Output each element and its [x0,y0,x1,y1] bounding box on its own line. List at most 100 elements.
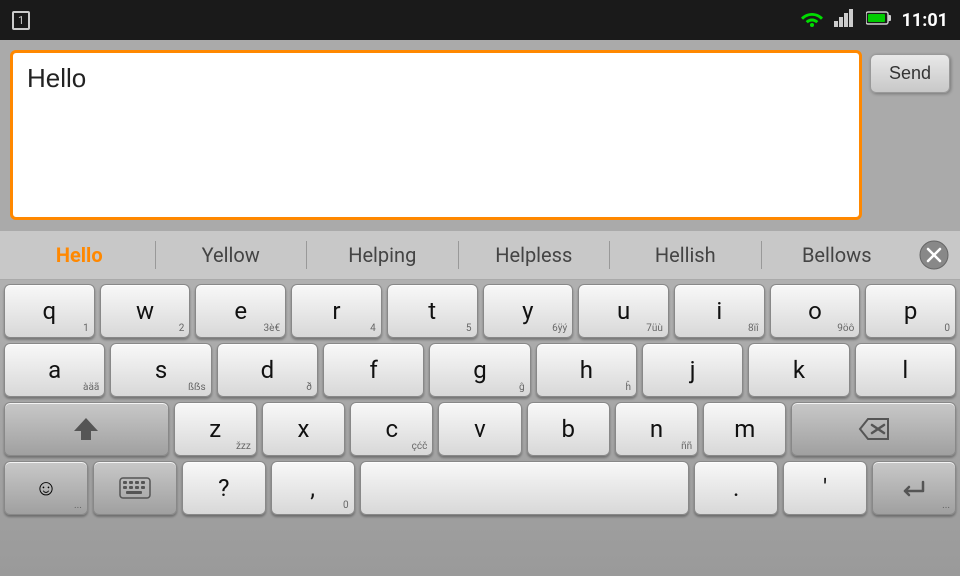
key-label: g [473,358,486,382]
send-button[interactable]: Send [870,54,950,93]
key-sublabel: 8ïî [748,323,759,334]
key-sublabel: 4 [370,323,376,334]
close-suggestions-button[interactable] [912,233,956,277]
message-input[interactable]: Hello [27,63,845,203]
keyboard: q1w2e3è€r4t5y6ÿýu7üùi8ïîo9öôp0aàäãsßẞsdð… [0,280,960,576]
key-r[interactable]: r4 [291,284,382,338]
status-bar: 1 11 [0,0,960,40]
key-row-2: z žzz x cçćčv b nññ m [4,402,956,456]
suggestion-helpless[interactable]: Helpless [459,239,610,271]
key-label: b [562,417,575,441]
key-label: p [904,299,917,323]
key-label: z [209,417,221,441]
key-d[interactable]: dð [217,343,318,397]
key-emoji[interactable]: ☺... [4,461,88,515]
key-label: m [734,417,755,441]
key-k[interactable]: k [748,343,849,397]
key-u[interactable]: u 7üù [578,284,669,338]
shift-icon [72,415,100,443]
key-label: x [298,417,310,441]
key-c[interactable]: cçćč [350,402,433,456]
key-sublabel: 7üù [646,323,663,334]
key-e[interactable]: e3è€ [195,284,286,338]
wifi-icon [800,9,824,31]
key-s[interactable]: sßẞs [110,343,211,397]
key-sublabel: 2 [179,323,185,334]
key-sublabel: 0 [944,323,950,334]
key-shift[interactable] [4,402,169,456]
key-sublabel: 5 [466,323,472,334]
key-label: ? [218,476,229,500]
key-q[interactable]: q1 [4,284,95,338]
key-del[interactable] [791,402,956,456]
key-label: . [733,476,739,500]
key-keyboard[interactable] [93,461,177,515]
suggestion-hello[interactable]: Hello [4,239,155,271]
key-space[interactable] [360,461,690,515]
key-label: u [617,299,630,323]
key-label: n [650,417,663,441]
key-sublabel: 1 [83,323,89,334]
key-p[interactable]: p0 [865,284,956,338]
key-label: d [261,358,275,382]
key-x[interactable]: x [262,402,345,456]
key-w[interactable]: w2 [100,284,191,338]
key-label: c [385,417,398,441]
key-?[interactable]: ? [182,461,266,515]
notification-icon: 1 [12,11,30,30]
key-z[interactable]: z žzz [174,402,257,456]
key-v[interactable]: v [438,402,521,456]
key-sublabel: 9öô [837,323,854,334]
key-sublabel: ð [306,382,312,393]
key-label: f [369,358,377,382]
enter-icon [899,477,929,499]
key-,[interactable]: ,0 [271,461,355,515]
suggestion-hellish[interactable]: Hellish [610,239,761,271]
key-label: q [43,299,57,323]
key-label: t [428,299,436,323]
key-sublabel: 0 [343,500,349,511]
delete-icon [858,417,890,441]
key-.[interactable]: . [694,461,778,515]
key-b[interactable]: b [527,402,610,456]
key-label: i [716,299,722,323]
key-label: j [690,358,696,382]
key-label: a [48,358,61,382]
key-label: w [136,299,154,323]
key-m[interactable]: m [703,402,786,456]
key-label: l [902,358,908,382]
key-y[interactable]: y6ÿý [483,284,574,338]
battery-icon [866,10,892,30]
key-j[interactable]: j [642,343,743,397]
keyboard-rows: q1w2e3è€r4t5y6ÿýu7üùi8ïîo9öôp0aàäãsßẞsdð… [4,284,956,515]
key-row-0: q1w2e3è€r4t5y6ÿýu7üùi8ïîo9öôp0 [4,284,956,338]
suggestion-helping[interactable]: Helping [307,239,458,271]
key-l[interactable]: l [855,343,956,397]
key-t[interactable]: t5 [387,284,478,338]
key-label: s [155,358,167,382]
suggestion-bellows[interactable]: Bellows [762,239,913,271]
key-sublabel: ĥ [625,382,631,393]
key-row-3: ☺... ? ,0. ' ... [4,461,956,515]
key-a[interactable]: a àäã [4,343,105,397]
key-o[interactable]: o9öô [770,284,861,338]
key-'[interactable]: ' [783,461,867,515]
key-h[interactable]: hĥ [536,343,637,397]
key-label: e [234,299,247,323]
status-right: 11:01 [800,9,948,31]
key-label: h [580,358,593,382]
key-f[interactable]: f [323,343,424,397]
key-sublabel: ĝ [519,382,525,393]
text-input-container[interactable]: Hello [10,50,862,220]
key-n[interactable]: nññ [615,402,698,456]
status-left: 1 [12,11,30,30]
key-label: r [332,299,340,323]
message-area: Hello Send [0,40,960,230]
suggestion-yellow[interactable]: Yellow [156,239,307,271]
key-i[interactable]: i 8ïî [674,284,765,338]
key-g[interactable]: gĝ [429,343,530,397]
key-sublabel: àäã [83,382,99,393]
key-label: k [793,358,805,382]
key-enter[interactable]: ... [872,461,956,515]
key-sublabel: žzz [236,441,251,452]
